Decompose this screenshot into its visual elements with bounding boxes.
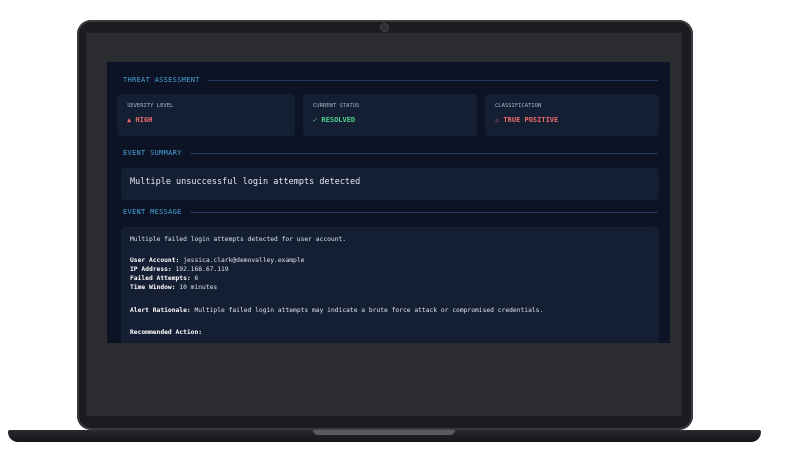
section-divider <box>207 79 658 81</box>
event-summary-box: Multiple unsuccessful login attempts det… <box>121 168 659 200</box>
current-status-value: ✓ RESOLVED <box>313 116 356 124</box>
time-window-value: 10 minutes <box>179 284 218 291</box>
ip-address-label: IP Address: <box>130 266 172 273</box>
recommended-action-label: Recommended Action: <box>130 329 203 336</box>
current-status-label: CURRENT STATUS <box>313 103 360 109</box>
user-account-value: jessica.clark@demovalley.example <box>183 257 305 264</box>
classification-value: ⚠ TRUE POSITIVE <box>495 116 559 124</box>
laptop-screen: THREAT ASSESSMENT SEVERITY LEVEL ▲ HIGH … <box>86 33 682 416</box>
failed-attempts-row: Failed Attempts: 6 <box>130 275 198 282</box>
recommended-action-row: Recommended Action: <box>130 329 202 336</box>
event-message-header: EVENT MESSAGE <box>123 208 658 216</box>
event-message-title: EVENT MESSAGE <box>123 208 182 216</box>
alert-rationale-text: Multiple failed login attempts may indic… <box>194 307 544 314</box>
event-message-intro: Multiple failed login attempts detected … <box>130 236 347 243</box>
severity-level-label: SEVERITY LEVEL <box>127 103 174 109</box>
time-window-label: Time Window: <box>130 284 176 291</box>
alert-rationale-row: Alert Rationale: Multiple failed login a… <box>130 307 543 314</box>
threat-assessment-title: THREAT ASSESSMENT <box>123 76 200 84</box>
event-summary-header: EVENT SUMMARY <box>123 149 658 157</box>
alert-rationale-label: Alert Rationale: <box>130 307 191 314</box>
severity-level-value: ▲ HIGH <box>127 116 153 124</box>
user-account-row: User Account: jessica.clark@demovalley.e… <box>130 257 304 264</box>
time-window-row: Time Window: 10 minutes <box>130 284 217 291</box>
user-account-label: User Account: <box>130 257 180 264</box>
section-divider <box>189 211 658 213</box>
failed-attempts-value: 6 <box>194 275 199 282</box>
severity-level-card: SEVERITY LEVEL ▲ HIGH <box>117 94 295 136</box>
event-summary-title: EVENT SUMMARY <box>123 149 182 157</box>
event-message-box: Multiple failed login attempts detected … <box>121 227 659 343</box>
failed-attempts-label: Failed Attempts: <box>130 275 191 282</box>
ip-address-row: IP Address: 192.168.67.119 <box>130 266 229 273</box>
classification-label: CLASSIFICATION <box>495 103 542 109</box>
laptop-hinge-notch <box>313 430 455 435</box>
current-status-card: CURRENT STATUS ✓ RESOLVED <box>303 94 477 136</box>
alert-detail-panel: THREAT ASSESSMENT SEVERITY LEVEL ▲ HIGH … <box>107 62 670 343</box>
camera-icon <box>380 23 389 32</box>
section-divider <box>189 152 658 154</box>
event-summary-text: Multiple unsuccessful login attempts det… <box>130 177 361 187</box>
threat-assessment-header: THREAT ASSESSMENT <box>123 76 658 84</box>
ip-address-value: 192.168.67.119 <box>175 266 229 273</box>
classification-card: CLASSIFICATION ⚠ TRUE POSITIVE <box>485 94 659 136</box>
